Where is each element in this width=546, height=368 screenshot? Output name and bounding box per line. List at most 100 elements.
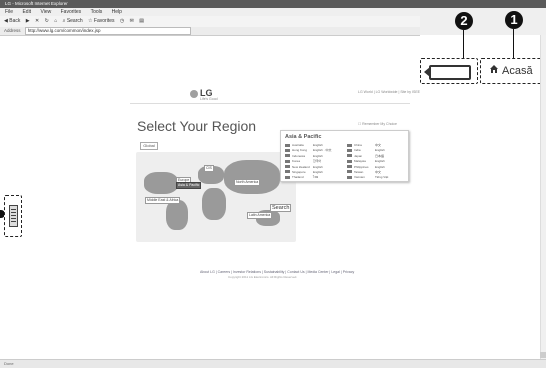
- flag-icon: [347, 165, 352, 169]
- flag-icon: [285, 170, 290, 174]
- map-north-america[interactable]: [144, 172, 178, 194]
- country-name: Malaysia: [354, 159, 366, 164]
- global-button[interactable]: Global: [140, 142, 158, 150]
- history-icon[interactable]: ◷: [120, 16, 124, 27]
- menu-help[interactable]: Help: [112, 9, 122, 15]
- country-name: Taiwan: [354, 169, 364, 174]
- flag-icon: [347, 154, 352, 158]
- refresh-icon[interactable]: ↻: [45, 16, 49, 27]
- map-label-latin-america[interactable]: Latin America: [247, 212, 273, 219]
- country-item[interactable]: Singapore English: [285, 170, 343, 174]
- country-name: Philippines: [354, 164, 369, 169]
- country-item[interactable]: Taiwan 中文: [347, 170, 405, 174]
- window-titlebar: LG - Microsoft Internet Explorer: [0, 0, 546, 8]
- back-button[interactable]: [424, 65, 471, 80]
- callout-leader-1: [513, 29, 514, 58]
- map-south-america[interactable]: [166, 200, 188, 230]
- flag-icon: [347, 143, 352, 147]
- back-arrow-icon: [424, 67, 430, 77]
- country-item[interactable]: Philippines English: [347, 165, 405, 169]
- remote-icon[interactable]: [9, 205, 18, 227]
- remember-choice-checkbox[interactable]: ☐ Remember My Choice: [358, 122, 397, 126]
- country-item[interactable]: Japan 日本語: [347, 154, 405, 158]
- country-lang: 日本語: [375, 153, 385, 158]
- toolbar-search-button[interactable]: ⌕ Search: [63, 16, 83, 27]
- status-text: Done: [4, 361, 14, 366]
- footer-links[interactable]: About LG | Careers | Investor Relations …: [200, 270, 354, 274]
- vertical-scrollbar[interactable]: [540, 35, 546, 359]
- country-item[interactable]: Thailand ไทย: [285, 175, 343, 179]
- flag-icon: [347, 159, 352, 163]
- country-item[interactable]: Indonesia English: [285, 154, 343, 158]
- country-item[interactable]: Korea 한국어: [285, 159, 343, 163]
- flag-icon: [285, 154, 290, 158]
- window-title: LG - Microsoft Internet Explorer: [5, 1, 68, 6]
- country-name: Singapore: [292, 169, 306, 174]
- browser-toolbar: ◀ Back ▶ ✕ ↻ ⌂ ⌕ Search ☆ Favorites ◷ ✉ …: [0, 16, 420, 27]
- scroll-down-icon[interactable]: [540, 352, 546, 358]
- country-item[interactable]: China 中文: [347, 143, 405, 147]
- country-item[interactable]: Hong Kong English · 中文: [285, 148, 343, 152]
- menu-tools[interactable]: Tools: [91, 9, 103, 15]
- country-lang: English: [375, 164, 385, 169]
- country-name: Japan: [354, 153, 363, 158]
- flag-icon: [347, 175, 352, 179]
- map-label-middle-east[interactable]: Middle East & Africa: [145, 197, 181, 204]
- callout-badge-2: 2: [455, 12, 473, 30]
- menu-bar: File Edit View Favorites Tools Help: [0, 8, 420, 16]
- menu-edit[interactable]: Edit: [22, 9, 31, 15]
- country-item[interactable]: Australia English: [285, 143, 343, 147]
- region-panel-title: Asia & Pacific: [285, 134, 322, 140]
- toolbar-back-button[interactable]: ◀ Back: [4, 16, 20, 27]
- country-name: Korea: [292, 159, 301, 164]
- country-lang: Tiếng Việt: [375, 175, 389, 180]
- country-item[interactable]: New Zealand English: [285, 165, 343, 169]
- flag-icon: [285, 175, 290, 179]
- flag-icon: [285, 159, 290, 163]
- country-lang: English: [313, 153, 323, 158]
- print-icon[interactable]: ▤: [139, 16, 144, 27]
- callout-back-button: [420, 58, 478, 84]
- map-label-asia-pacific[interactable]: Asia & Pacific: [176, 182, 202, 189]
- map-label-cis[interactable]: CIS: [204, 165, 214, 172]
- country-item[interactable]: India English: [347, 148, 405, 152]
- country-lang: English: [313, 169, 323, 174]
- menu-favorites[interactable]: Favorites: [61, 9, 82, 15]
- map-asia[interactable]: [224, 160, 280, 194]
- toolbar-favorites-label: Favorites: [93, 18, 115, 24]
- callout-badge-1: 1: [505, 11, 523, 29]
- top-links[interactable]: LG World | LG Worldwide | Site by ISEE: [358, 90, 420, 94]
- map-africa[interactable]: [202, 188, 226, 220]
- country-lang: English: [375, 159, 385, 164]
- flag-icon: [347, 170, 352, 174]
- chrome-right-area: [420, 8, 546, 35]
- page-title: Select Your Region: [137, 118, 257, 134]
- home-button[interactable]: Acasă: [489, 64, 533, 78]
- menu-view[interactable]: View: [40, 9, 51, 15]
- address-input[interactable]: http://www.lg.com/common/index.jsp: [24, 27, 191, 35]
- flag-icon: [347, 148, 352, 152]
- country-name: Vietnam: [354, 175, 365, 180]
- country-name: Indonesia: [292, 153, 306, 158]
- search-label[interactable]: Search: [270, 204, 292, 212]
- home-label: Acasă: [502, 65, 533, 77]
- forward-icon[interactable]: ▶: [26, 16, 30, 27]
- country-name: China: [354, 143, 362, 147]
- country-lang: English: [313, 143, 323, 147]
- map-label-north-america[interactable]: North America: [234, 179, 261, 186]
- address-label: Address: [4, 28, 21, 33]
- country-item[interactable]: Malaysia English: [347, 159, 405, 163]
- remember-label: Remember My Choice: [362, 122, 397, 126]
- address-bar: Address http://www.lg.com/common/index.j…: [0, 27, 420, 36]
- country-name: India: [354, 148, 361, 153]
- flag-icon: [285, 165, 290, 169]
- home-toolbar-icon[interactable]: ⌂: [54, 16, 57, 27]
- country-list: Australia English China 中文 Hong Kong Englis…: [285, 143, 405, 179]
- menu-file[interactable]: File: [5, 9, 13, 15]
- stop-icon[interactable]: ✕: [35, 16, 39, 27]
- flag-icon: [285, 143, 290, 147]
- country-item[interactable]: Vietnam Tiếng Việt: [347, 175, 405, 179]
- mail-icon[interactable]: ✉: [130, 16, 134, 27]
- lg-tagline: Life's Good: [200, 97, 218, 101]
- toolbar-favorites-button[interactable]: ☆ Favorites: [88, 16, 114, 27]
